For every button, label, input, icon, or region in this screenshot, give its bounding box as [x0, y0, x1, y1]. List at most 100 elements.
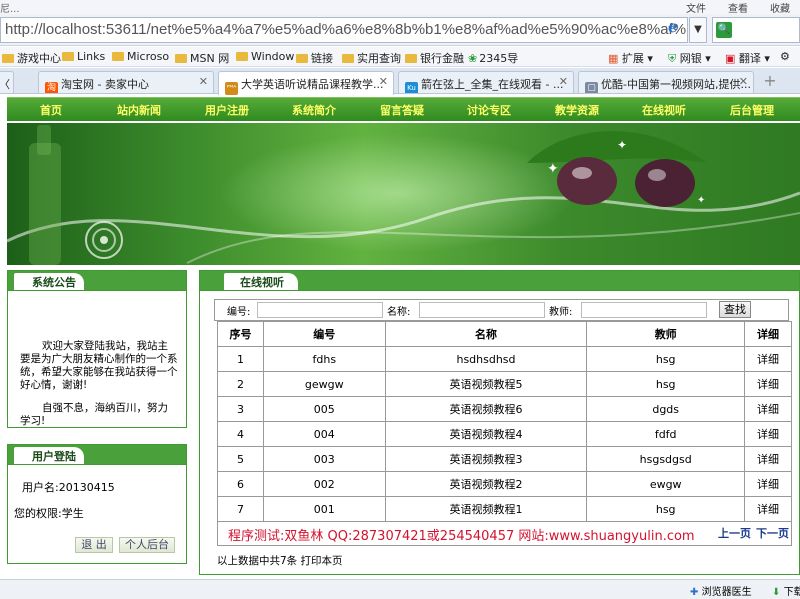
table-row: 3 005 英语视频教程6 dgds 详细: [217, 396, 792, 422]
fav-item-microsoft[interactable]: Microso: [112, 50, 169, 63]
favorites-bar: 游戏中心 Links Microso MSN 网 Window 链接 实用查询 …: [0, 47, 800, 67]
table-cell: 4: [217, 421, 264, 447]
fav-item-games[interactable]: 游戏中心: [2, 50, 61, 66]
panel-header: 用户登陆: [8, 445, 186, 465]
detail-link[interactable]: 详细: [744, 371, 792, 397]
code-input[interactable]: [257, 302, 383, 318]
fav-item-lookup[interactable]: 实用查询: [342, 50, 401, 66]
tab-title: 大学英语听说精品课程教学...: [241, 78, 384, 91]
teacher-input[interactable]: [581, 302, 707, 318]
notice-paragraph-2: 自强不息，海纳百川，努力学习!: [20, 402, 168, 427]
video-table: 序号 编号 名称 教师 详细 1 fdhs hsdhsdhsd hsg 详细 2 gewgw…: [217, 321, 792, 522]
table-cell: fdfd: [586, 421, 746, 447]
search-engine-icon[interactable]: 🔍: [716, 22, 732, 38]
folder-icon: [236, 52, 248, 61]
svg-text:✦: ✦: [547, 161, 559, 177]
nav-register[interactable]: 用户注册: [205, 102, 249, 118]
nav-resources[interactable]: 教学资源: [555, 102, 599, 118]
logout-button[interactable]: 退 出: [75, 537, 113, 553]
tab-title: 箭在弦上_全集_在线观看 - ...: [421, 78, 564, 91]
table-row: 4 004 英语视频教程4 fdfd 详细: [217, 421, 792, 447]
notice-paragraph-1: 欢迎大家登陆我站，我站主要是为广大朋友精心制作的一个系统，希望大家能够在我站获得…: [20, 340, 178, 391]
tab-taobao[interactable]: 淘淘宝网 - 卖家中心 ✕: [38, 71, 214, 93]
fav-item-windows[interactable]: Window: [236, 50, 294, 63]
fav-item-banking[interactable]: 银行金融: [405, 50, 464, 66]
menu-file[interactable]: 文件: [686, 0, 706, 15]
online-banking-button[interactable]: ⛨ 网银 ▾: [668, 50, 711, 66]
more-tools-icon[interactable]: ⚙: [780, 50, 790, 63]
table-cell: hsgsdgsd: [586, 446, 746, 472]
folder-icon: [342, 54, 354, 63]
col-header: 序号: [217, 321, 264, 347]
close-icon[interactable]: ✕: [739, 75, 748, 88]
login-permission: 您的权限:学生: [14, 507, 84, 520]
fav-item-links[interactable]: Links: [62, 50, 105, 63]
header-banner: ✦ ✦ ✦: [7, 123, 800, 265]
login-username: 用户名:20130415: [22, 481, 115, 494]
detail-link[interactable]: 详细: [744, 471, 792, 497]
table-cell: hsg: [586, 496, 746, 522]
table-cell: 英语视频教程2: [384, 471, 588, 497]
name-input[interactable]: [419, 302, 545, 318]
new-tab-icon[interactable]: +: [762, 73, 778, 90]
fav-item-msn[interactable]: MSN 网: [175, 50, 229, 66]
next-page-link[interactable]: 下一页: [756, 525, 789, 541]
browser-menubar: 尼... 文件 查看 收藏: [0, 0, 800, 15]
login-panel: 用户登陆 用户名:20130415 您的权限:学生 退 出 个人后台: [7, 444, 187, 564]
search-button[interactable]: 查找: [719, 301, 751, 318]
table-footer: 程序测试:双鱼林 QQ:287307421或254540457 网站:www.s…: [217, 521, 792, 546]
table-cell: dgds: [586, 396, 746, 422]
tab-course[interactable]: ᴾᴹᴬ 大学英语听说精品课程教学... ✕: [218, 71, 394, 95]
table-cell: hsdhsdhsd: [384, 346, 588, 372]
url-dropdown-button[interactable]: ▼: [689, 17, 707, 43]
tab-video[interactable]: Ku 箭在弦上_全集_在线观看 - ... ✕: [398, 71, 574, 93]
browser-doctor-button[interactable]: ✚ 浏览器医生: [690, 583, 752, 598]
tab-youku[interactable]: ▢ 优酷-中国第一视频网站,提供... ✕: [578, 71, 754, 93]
col-header: 编号: [262, 321, 386, 347]
banner-art-icon: ✦ ✦ ✦: [7, 125, 800, 265]
ku-icon: Ku: [405, 82, 418, 93]
table-cell: 002: [262, 471, 386, 497]
menu-favorites[interactable]: 收藏: [770, 0, 790, 15]
extensions-button[interactable]: ▦ 扩展 ▾: [608, 50, 653, 66]
nav-news[interactable]: 站内新闻: [117, 102, 161, 118]
nav-forum[interactable]: 讨论专区: [467, 102, 511, 118]
nav-home[interactable]: 首页: [40, 102, 62, 118]
prev-page-link[interactable]: 上一页: [718, 525, 751, 541]
close-icon[interactable]: ✕: [199, 75, 208, 88]
table-cell: 2: [217, 371, 264, 397]
close-icon[interactable]: ✕: [379, 75, 388, 88]
detail-link[interactable]: 详细: [744, 346, 792, 372]
course-icon: ᴾᴹᴬ: [225, 82, 238, 95]
folder-icon: [2, 54, 14, 63]
nav-about[interactable]: 系统简介: [292, 102, 336, 118]
table-cell: 005: [262, 396, 386, 422]
detail-link[interactable]: 详细: [744, 446, 792, 472]
fav-item-links-cn[interactable]: 链接: [296, 50, 333, 66]
translate-button[interactable]: ▣ 翻译 ▾: [725, 50, 770, 66]
web-search-input[interactable]: 🔍: [712, 17, 800, 43]
download-button[interactable]: ⬇ 下载: [772, 583, 800, 598]
detail-link[interactable]: 详细: [744, 396, 792, 422]
browser-statusbar: ✚ 浏览器医生 ⬇ 下载: [0, 579, 800, 599]
tab-scroll-left[interactable]: 〈: [0, 71, 14, 93]
nav-admin[interactable]: 后台管理: [730, 102, 774, 118]
personal-admin-button[interactable]: 个人后台: [119, 537, 175, 553]
url-input[interactable]: http://localhost:53611/net%e5%a4%a7%e5%a…: [0, 17, 688, 43]
shield-icon: ⛨: [668, 52, 677, 65]
ie-compat-icon[interactable]: ℯ: [668, 17, 678, 36]
nav-qa[interactable]: 留言答疑: [380, 102, 424, 118]
fav-item-2345[interactable]: ❀ 2345导: [468, 50, 518, 66]
detail-link[interactable]: 详细: [744, 496, 792, 522]
nav-online-video[interactable]: 在线视听: [642, 102, 686, 118]
col-header: 名称: [384, 321, 588, 347]
main-title: 在线视听: [224, 273, 298, 290]
name-label: 名称:: [387, 307, 411, 318]
site-navbar: 首页 站内新闻 用户注册 系统简介 留言答疑 讨论专区 教学资源 在线视听 后台…: [7, 97, 800, 121]
login-info: 用户名:20130415 您的权限:学生: [8, 465, 186, 531]
detail-link[interactable]: 详细: [744, 421, 792, 447]
close-icon[interactable]: ✕: [559, 75, 568, 88]
menu-view[interactable]: 查看: [728, 0, 748, 15]
logo-2345-icon: ❀: [468, 52, 478, 65]
download-icon: ⬇: [772, 587, 781, 598]
